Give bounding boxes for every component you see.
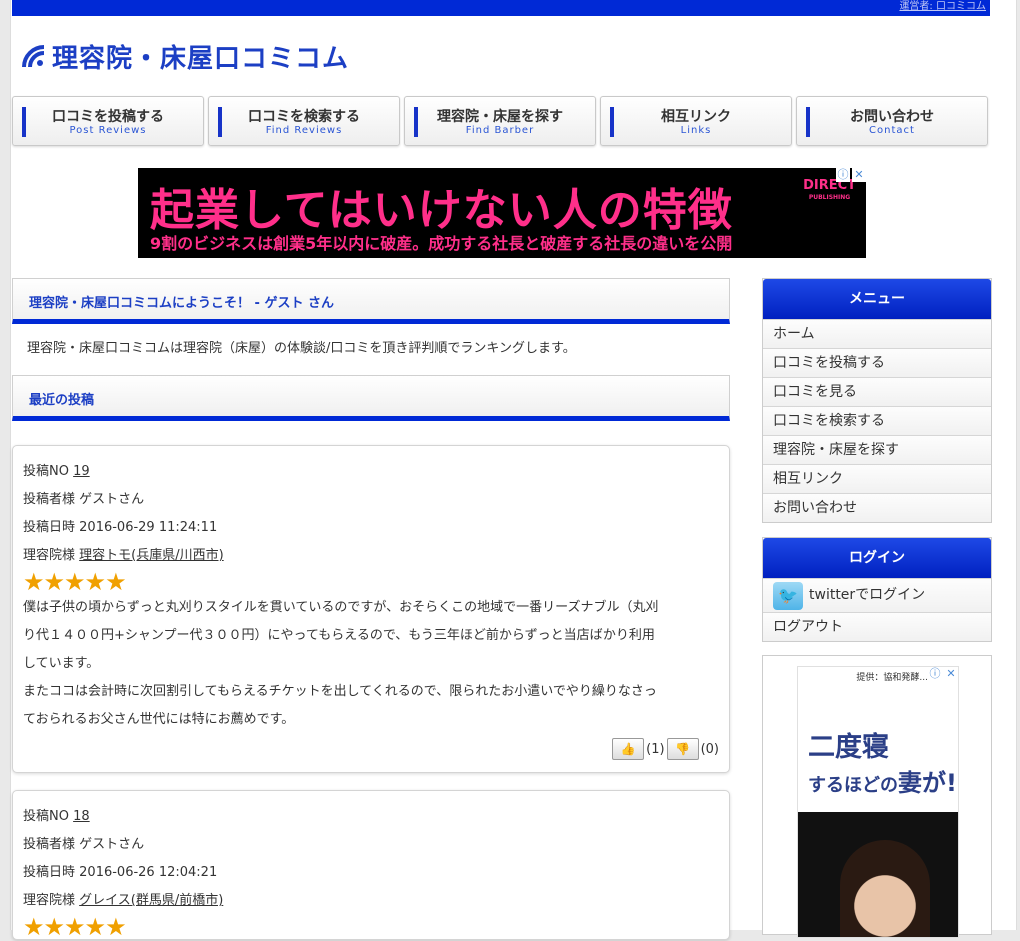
shop-link[interactable]: グレイス(群馬県/前橋市) xyxy=(79,893,223,908)
nav-label: 相互リンク xyxy=(661,109,731,125)
recent-posts-heading: 最近の投稿 xyxy=(12,375,730,421)
sidebar-item-contact[interactable]: お問い合わせ xyxy=(763,493,991,522)
down-count: (0) xyxy=(700,741,719,757)
sidebar-menu: メニュー ホーム 口コミを投稿する 口コミを見る 口コミを検索する 理容院・床屋… xyxy=(762,278,992,523)
ad-headline: 起業してはいけない人の特徴 xyxy=(150,185,733,236)
nav-sublabel: Find Reviews xyxy=(265,125,343,136)
ad-credit: 提供：協和発酵... xyxy=(856,673,928,683)
post-card: 投稿NO 19 投稿者様 ゲストさん 投稿日時 2016-06-29 11:24… xyxy=(12,445,730,773)
sidebar-item-post[interactable]: 口コミを投稿する xyxy=(763,348,991,377)
post-author: 投稿者様 ゲストさん xyxy=(23,492,145,507)
nav-post-reviews[interactable]: 口コミを投稿する Post Reviews xyxy=(12,96,204,146)
sidebar-item-search[interactable]: 口コミを検索する xyxy=(763,406,991,435)
up-count: (1) xyxy=(646,741,665,757)
sidebar-item-view[interactable]: 口コミを見る xyxy=(763,377,991,406)
nav-sublabel: Links xyxy=(680,125,712,136)
adchoices-icon[interactable]: ⓘ xyxy=(928,667,942,681)
nav-contact[interactable]: お問い合わせ Contact xyxy=(796,96,988,146)
sidebar-ad[interactable]: 提供：協和発酵... ⓘ ✕ 二度寝 するほどの妻が! xyxy=(762,655,992,938)
post-date: 投稿日時 2016-06-26 12:04:21 xyxy=(23,865,218,880)
site-logo[interactable]: 理容院・床屋口コミコム xyxy=(22,38,349,75)
twitter-icon: 🐦 xyxy=(773,581,803,610)
ad-banner[interactable]: 起業してはいけない人の特徴 9割のビジネスは創業5年以内に破産。成功する社長と破… xyxy=(138,168,866,258)
sidebar-item-links[interactable]: 相互リンク xyxy=(763,464,991,493)
sidebar-ad-creative[interactable]: 提供：協和発酵... ⓘ ✕ 二度寝 するほどの妻が! xyxy=(797,666,959,938)
nav-sublabel: Find Barber xyxy=(465,125,535,136)
post-no-link[interactable]: 18 xyxy=(73,809,90,824)
post-date: 投稿日時 2016-06-29 11:24:11 xyxy=(23,520,218,535)
nav-label: お問い合わせ xyxy=(850,109,934,125)
post-no-link[interactable]: 19 xyxy=(73,464,90,479)
nav-sublabel: Contact xyxy=(869,125,915,136)
post-shop: 理容院様 理容トモ(兵庫県/川西市) xyxy=(23,548,224,563)
logout-link[interactable]: ログアウト xyxy=(763,612,991,641)
ad-subline: 9割のビジネスは創業5年以内に破産。成功する社長と破産する社長の違いを公開 xyxy=(150,234,733,253)
ad-close-icon[interactable]: ✕ xyxy=(852,168,866,182)
nav-label: 口コミを投稿する xyxy=(52,109,164,125)
twitter-login-button[interactable]: 🐦 twitterでログイン xyxy=(763,578,991,612)
nav-label: 理容院・床屋を探す xyxy=(437,109,563,125)
ad-brand: DIRECT PUBLISHING xyxy=(803,178,856,201)
nav-sublabel: Post Reviews xyxy=(69,125,147,136)
nav-label: 口コミを検索する xyxy=(248,109,360,125)
post-shop: 理容院様 グレイス(群馬県/前橋市) xyxy=(23,893,224,908)
menu-title: メニュー xyxy=(763,279,991,319)
welcome-heading: 理容院・床屋口コミコムにようこそ！ - ゲスト さん xyxy=(12,278,730,324)
sidebar-item-find-barber[interactable]: 理容院・床屋を探す xyxy=(763,435,991,464)
ad-text-main: 二度寝 xyxy=(808,732,889,763)
post-card: 投稿NO 18 投稿者様 ゲストさん 投稿日時 2016-06-26 12:04… xyxy=(12,790,730,941)
sidebar-login: ログイン 🐦 twitterでログイン ログアウト xyxy=(762,537,992,642)
thumbs-up-icon[interactable]: 👍 xyxy=(612,738,645,760)
rating-stars: ★★★★★ xyxy=(23,913,127,941)
nav-find-barber[interactable]: 理容院・床屋を探す Find Barber xyxy=(404,96,596,146)
topbar-link[interactable]: 運営者: 口コミコム xyxy=(899,0,986,14)
ad-photo xyxy=(798,812,958,937)
thumbs-down-icon[interactable]: 👎 xyxy=(666,738,699,760)
review-text: 僕は子供の頃からずっと丸刈りスタイルを貫いているのですが、おそらくこの地域で一番… xyxy=(23,600,659,727)
post-author: 投稿者様 ゲストさん xyxy=(23,837,145,852)
post-no: 投稿NO 19 xyxy=(23,464,90,479)
intro-text: 理容院・床屋口コミコムは理容院（床屋）の体験談/口コミを頂き評判順でランキングし… xyxy=(27,341,576,356)
ad-close-icon[interactable]: ✕ xyxy=(944,667,958,681)
login-title: ログイン xyxy=(763,538,991,578)
rating-stars: ★★★★★ xyxy=(23,568,127,596)
site-title: 理容院・床屋口コミコム xyxy=(52,44,350,74)
feed-icon xyxy=(22,44,45,67)
shop-link[interactable]: 理容トモ(兵庫県/川西市) xyxy=(79,548,224,563)
nav-find-reviews[interactable]: 口コミを検索する Find Reviews xyxy=(208,96,400,146)
post-no: 投稿NO 18 xyxy=(23,809,90,824)
main-nav: 口コミを投稿する Post Reviews 口コミを検索する Find Review… xyxy=(12,96,992,146)
ad-person-image xyxy=(840,840,930,937)
twitter-login-label: twitterでログイン xyxy=(809,587,926,603)
sidebar-item-home[interactable]: ホーム xyxy=(763,319,991,348)
adchoices-icon[interactable]: ⓘ xyxy=(836,168,850,182)
ad-text-sub: するほどの妻が! xyxy=(808,769,957,797)
top-bar: 運営者: 口コミコム xyxy=(12,0,990,16)
nav-links[interactable]: 相互リンク Links xyxy=(600,96,792,146)
vote-controls: 👍 (1) 👎 (0) xyxy=(610,738,719,760)
